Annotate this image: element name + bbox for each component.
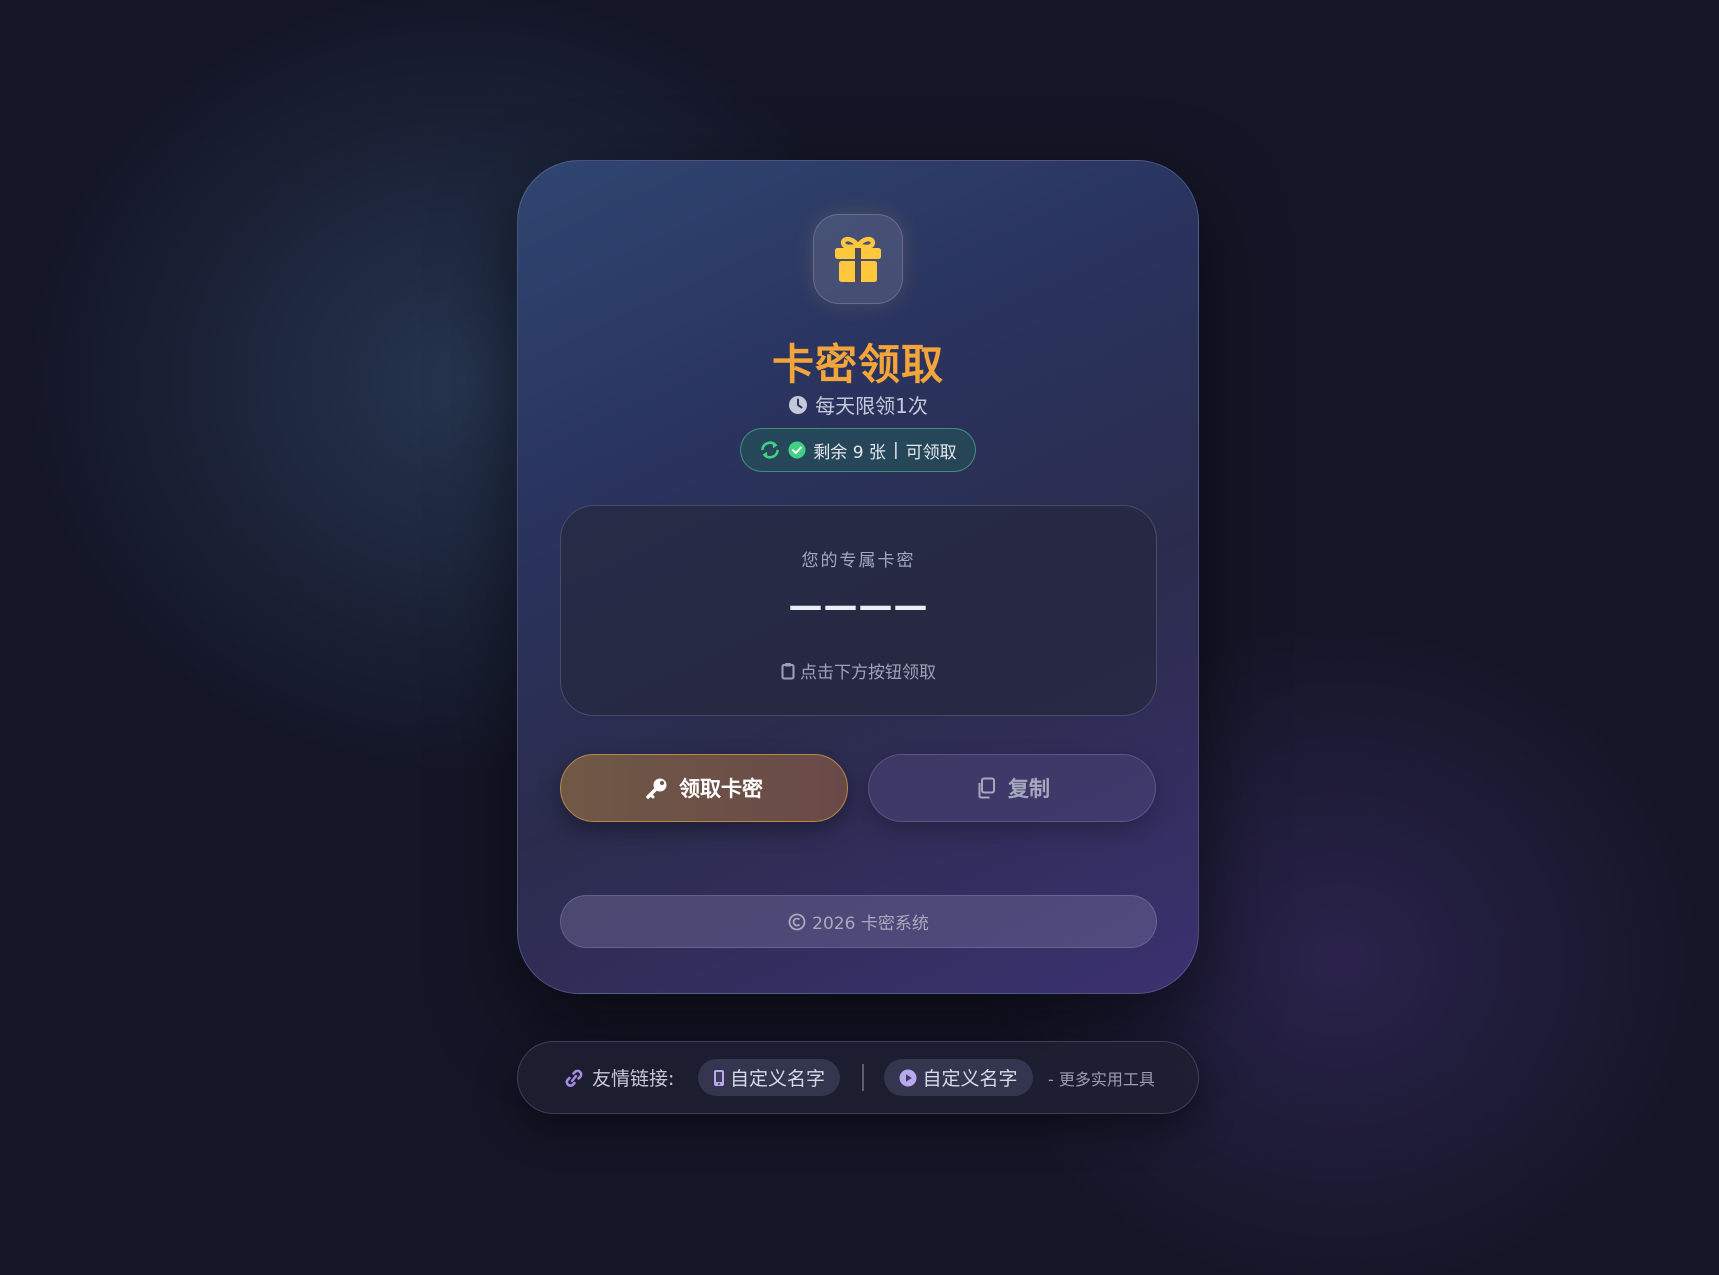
copy-icon bbox=[974, 776, 998, 800]
more-tools-text: - 更多实用工具 bbox=[1048, 1069, 1155, 1089]
friend-links-label: 友情链接: bbox=[592, 1068, 675, 1090]
copyright-footer: 2026 卡密系统 bbox=[560, 895, 1157, 948]
friend-link-1-label: 自定义名字 bbox=[729, 1068, 825, 1090]
status-badge: 剩余 9 张 | 可领取 bbox=[740, 428, 976, 472]
gift-icon bbox=[831, 232, 885, 286]
card-code-panel: 您的专属卡密 ———— 点击下方按钮领取 bbox=[560, 505, 1157, 716]
daily-limit-text: 每天限领1次 bbox=[518, 390, 1198, 419]
status-separator: | bbox=[892, 440, 899, 460]
daily-limit-label: 每天限领1次 bbox=[815, 394, 928, 418]
clipboard-icon bbox=[781, 662, 795, 680]
mobile-icon bbox=[713, 1069, 725, 1087]
page-title: 卡密领取 bbox=[771, 340, 944, 389]
link-icon bbox=[562, 1068, 586, 1088]
check-circle-icon bbox=[788, 441, 806, 459]
copyright-text: 2026 卡密系统 bbox=[812, 914, 929, 934]
claim-availability: 可领取 bbox=[905, 442, 957, 463]
clock-icon bbox=[788, 395, 808, 415]
code-hint: 点击下方按钮领取 bbox=[561, 658, 1156, 683]
links-divider bbox=[862, 1064, 864, 1091]
remaining-count: 剩余 9 张 bbox=[813, 442, 886, 463]
copy-button[interactable]: 复制 bbox=[868, 754, 1156, 822]
friend-link-2-label: 自定义名字 bbox=[922, 1068, 1018, 1090]
claim-button-label: 领取卡密 bbox=[679, 777, 763, 801]
copy-button-label: 复制 bbox=[1008, 777, 1050, 801]
claim-card: 卡密领取 每天限领1次 剩余 9 张 | 可领取 您的专属卡密 ———— 点击下… bbox=[517, 160, 1199, 994]
friend-link-1[interactable]: 自定义名字 bbox=[698, 1059, 840, 1096]
card-code-value[interactable]: ———— bbox=[561, 586, 1156, 626]
claim-code-button[interactable]: 领取卡密 bbox=[560, 754, 848, 822]
play-circle-icon bbox=[899, 1069, 917, 1087]
code-label: 您的专属卡密 bbox=[801, 551, 916, 571]
key-icon bbox=[645, 776, 669, 800]
friend-links-heading: 友情链接: bbox=[562, 1042, 674, 1113]
friend-link-2[interactable]: 自定义名字 bbox=[884, 1059, 1033, 1096]
refresh-icon[interactable] bbox=[759, 440, 781, 460]
friend-links-bar: 友情链接: 自定义名字 自定义名字 - 更多实用工具 bbox=[517, 1041, 1199, 1114]
copyright-icon bbox=[788, 913, 806, 931]
code-hint-text: 点击下方按钮领取 bbox=[800, 663, 936, 683]
gift-icon-container bbox=[813, 214, 903, 304]
